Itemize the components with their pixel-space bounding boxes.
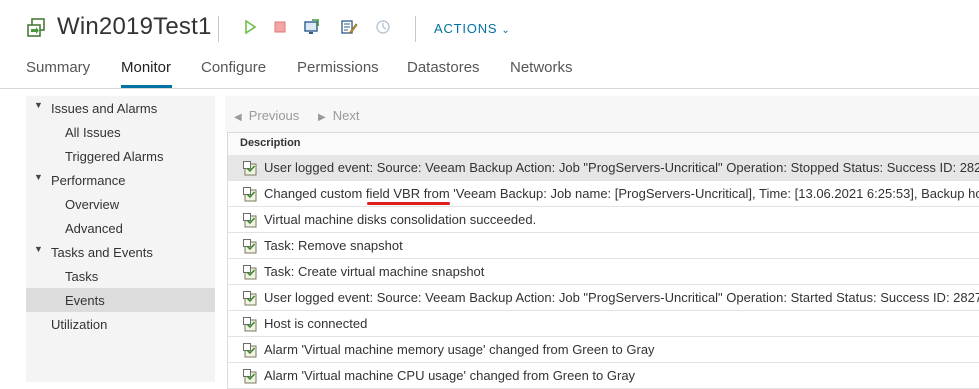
sidebar-item-issues-and-alarms[interactable]: ▼ Issues and Alarms <box>26 96 215 120</box>
tab-configure[interactable]: Configure <box>201 59 266 76</box>
toolbar-divider <box>415 16 416 42</box>
tab-datastores[interactable]: Datastores <box>407 59 480 76</box>
toolbar-divider <box>218 16 219 42</box>
event-description: User logged event: Source: Veeam Backup … <box>264 290 979 305</box>
sidebar-item-label: Advanced <box>65 221 123 236</box>
sidebar-item-advanced[interactable]: Advanced <box>26 216 215 240</box>
actions-label: ACTIONS <box>434 21 498 36</box>
next-button[interactable]: ▶ Next <box>318 108 359 123</box>
table-row[interactable]: Alarm 'Virtual machine memory usage' cha… <box>227 337 979 363</box>
sidebar-item-label: Tasks <box>65 269 99 284</box>
sidebar-item-label: Performance <box>51 173 126 188</box>
console-icon[interactable] <box>303 18 321 36</box>
event-info-icon <box>243 161 258 176</box>
sidebar-item-label: Triggered Alarms <box>65 149 164 164</box>
table-row[interactable]: User logged event: Source: Veeam Backup … <box>227 155 979 181</box>
sidebar-item-all-issues[interactable]: All Issues <box>26 120 215 144</box>
actions-menu-button[interactable]: ACTIONS ⌄ <box>434 21 511 36</box>
event-info-icon <box>243 317 258 332</box>
play-icon[interactable] <box>241 18 259 36</box>
event-info-icon <box>243 213 258 228</box>
chevron-down-icon: ⌄ <box>501 25 511 36</box>
event-description: Changed custom field VBR from 'Veeam Bac… <box>264 186 979 201</box>
pager-toolbar: ◀ Previous ▶ Next <box>225 96 979 132</box>
sidebar-item-events[interactable]: Events <box>26 288 215 312</box>
caret-down-icon: ▼ <box>34 244 43 254</box>
sidebar-item-label: Tasks and Events <box>51 245 153 260</box>
sidebar-item-utilization[interactable]: Utilization <box>26 312 215 336</box>
page-title: Win2019Test1 <box>57 13 212 40</box>
stop-icon[interactable] <box>271 18 289 36</box>
next-label: Next <box>332 108 360 123</box>
event-info-icon <box>243 239 258 254</box>
virtual-machine-icon <box>27 18 45 37</box>
sidebar-item-triggered-alarms[interactable]: Triggered Alarms <box>26 144 215 168</box>
previous-label: Previous <box>248 108 300 123</box>
table-row[interactable]: Task: Create virtual machine snapshot <box>227 259 979 285</box>
triangle-left-icon: ◀ <box>234 112 242 123</box>
event-description: Alarm 'Virtual machine CPU usage' change… <box>264 368 636 383</box>
caret-down-icon: ▼ <box>34 100 43 110</box>
event-info-icon <box>243 343 258 358</box>
caret-down-icon: ▼ <box>34 172 43 182</box>
sidebar-item-overview[interactable]: Overview <box>26 192 215 216</box>
event-description: Task: Create virtual machine snapshot <box>264 264 485 279</box>
events-grid-header: Description <box>227 132 979 156</box>
table-row[interactable]: Task: Remove snapshot <box>227 233 979 259</box>
sidebar-item-tasks[interactable]: Tasks <box>26 264 215 288</box>
header: Win2019Test1 ACTIONS ⌄ <box>0 0 979 56</box>
sidebar-item-performance[interactable]: ▼ Performance <box>26 168 215 192</box>
sidebar-item-label: Overview <box>65 197 120 212</box>
table-row[interactable]: Alarm 'Virtual machine CPU usage' change… <box>227 363 979 389</box>
triangle-right-icon: ▶ <box>318 112 326 123</box>
tab-networks[interactable]: Networks <box>510 59 573 76</box>
table-row[interactable]: Virtual machine disks consolidation succ… <box>227 207 979 233</box>
event-description: User logged event: Source: Veeam Backup … <box>264 160 979 175</box>
event-description: Task: Remove snapshot <box>264 238 403 253</box>
monitor-sidebar: ▼ Issues and Alarms All Issues Triggered… <box>26 96 215 382</box>
table-row[interactable]: User logged event: Source: Veeam Backup … <box>227 285 979 311</box>
snapshot-icon[interactable] <box>374 18 392 36</box>
previous-button[interactable]: ◀ Previous <box>234 108 299 123</box>
events-grid-body: User logged event: Source: Veeam Backup … <box>227 155 979 389</box>
sidebar-item-label: Events <box>65 293 105 308</box>
event-info-icon <box>243 291 258 306</box>
table-row[interactable]: Changed custom field VBR from 'Veeam Bac… <box>227 181 979 207</box>
event-info-icon <box>243 187 258 202</box>
tab-permissions[interactable]: Permissions <box>297 59 379 76</box>
tab-monitor[interactable]: Monitor <box>121 59 171 76</box>
highlight-underline <box>367 202 450 205</box>
event-description: Virtual machine disks consolidation succ… <box>264 212 537 227</box>
tab-summary[interactable]: Summary <box>26 59 90 76</box>
event-description: Alarm 'Virtual machine memory usage' cha… <box>264 342 655 357</box>
column-header-description[interactable]: Description <box>240 137 301 149</box>
edit-settings-icon[interactable] <box>340 18 358 36</box>
sidebar-item-label: Issues and Alarms <box>51 101 158 116</box>
sidebar-item-label: All Issues <box>65 125 121 140</box>
events-panel: ◀ Previous ▶ Next Description User logged … <box>225 96 979 389</box>
sidebar-item-label: Utilization <box>51 317 108 332</box>
event-info-icon <box>243 265 258 280</box>
active-tab-indicator <box>121 85 172 88</box>
event-description: Host is connected <box>264 316 368 331</box>
table-row[interactable]: Host is connected <box>227 311 979 337</box>
sidebar-item-tasks-and-events[interactable]: ▼ Tasks and Events <box>26 240 215 264</box>
